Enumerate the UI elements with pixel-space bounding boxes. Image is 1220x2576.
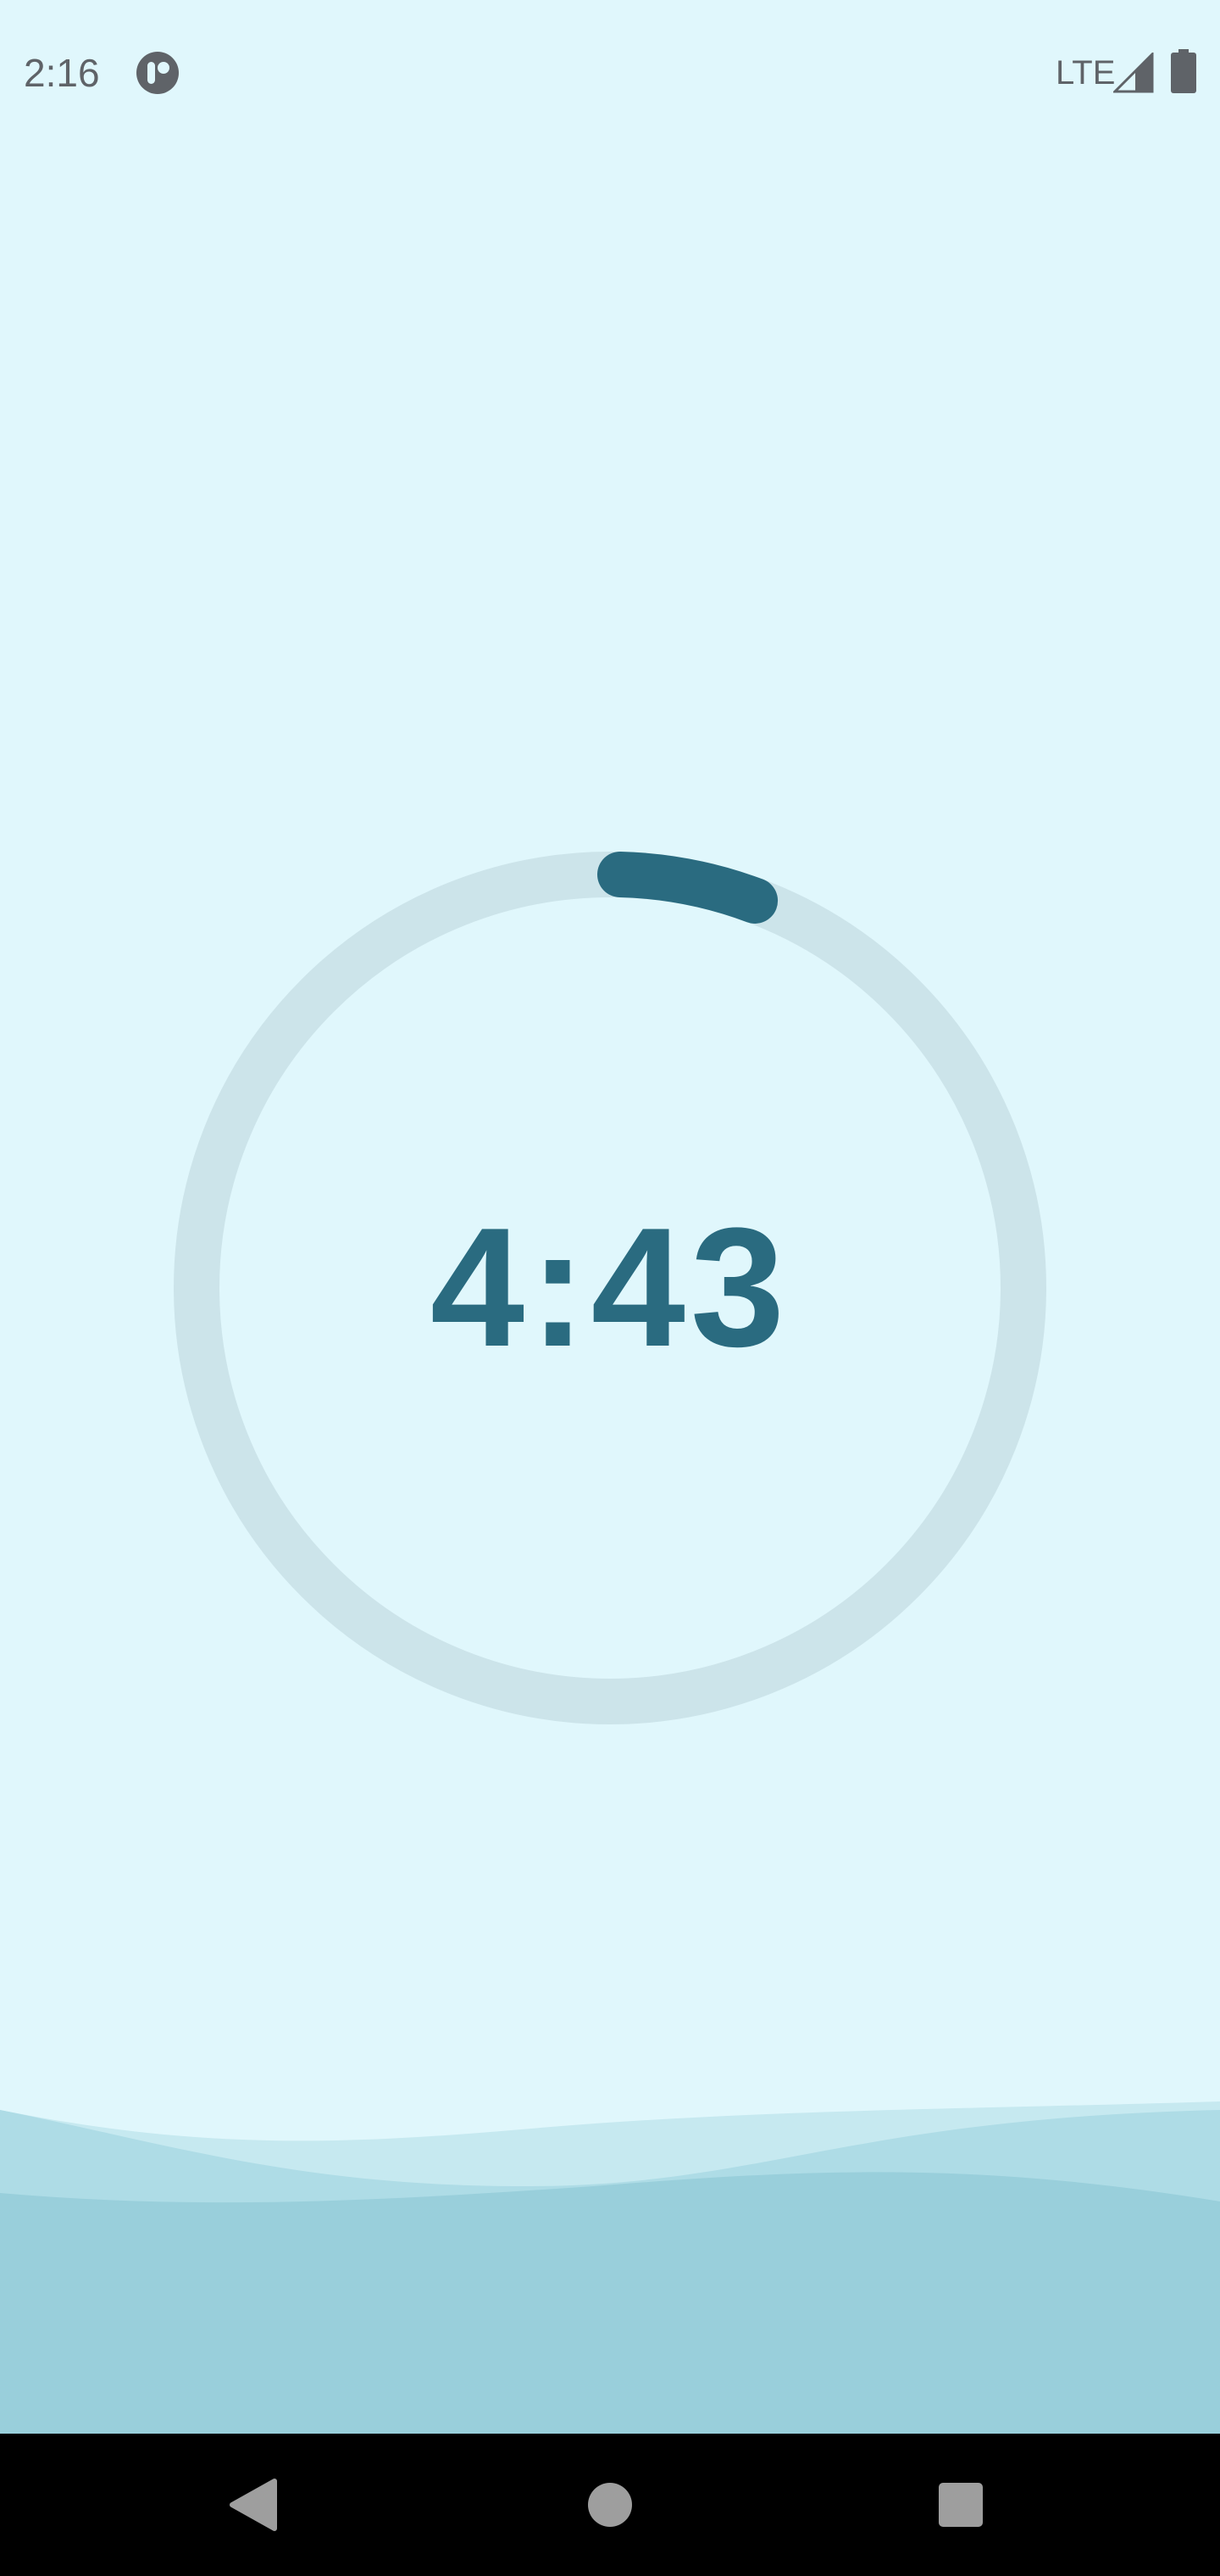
app-notification-icon [136,52,179,94]
navigation-bar [0,2434,1220,2576]
back-triangle-icon[interactable] [203,2454,305,2556]
status-time: 2:16 [24,51,100,95]
screen: 2:16 LTE 4:43 [0,0,1220,2576]
cell-signal-icon [1113,53,1154,93]
status-bar: 2:16 LTE [0,0,1220,146]
network-type-label: LTE [1056,54,1116,92]
home-circle-icon[interactable] [559,2454,661,2556]
wave-front-layer [0,2172,1220,2434]
battery-icon [1171,49,1196,93]
wave-decoration [0,2101,1220,2434]
timer-remaining: 4:43 [430,1193,790,1382]
timer-ring-progress [597,852,779,924]
recents-square-icon[interactable] [910,2454,1012,2556]
